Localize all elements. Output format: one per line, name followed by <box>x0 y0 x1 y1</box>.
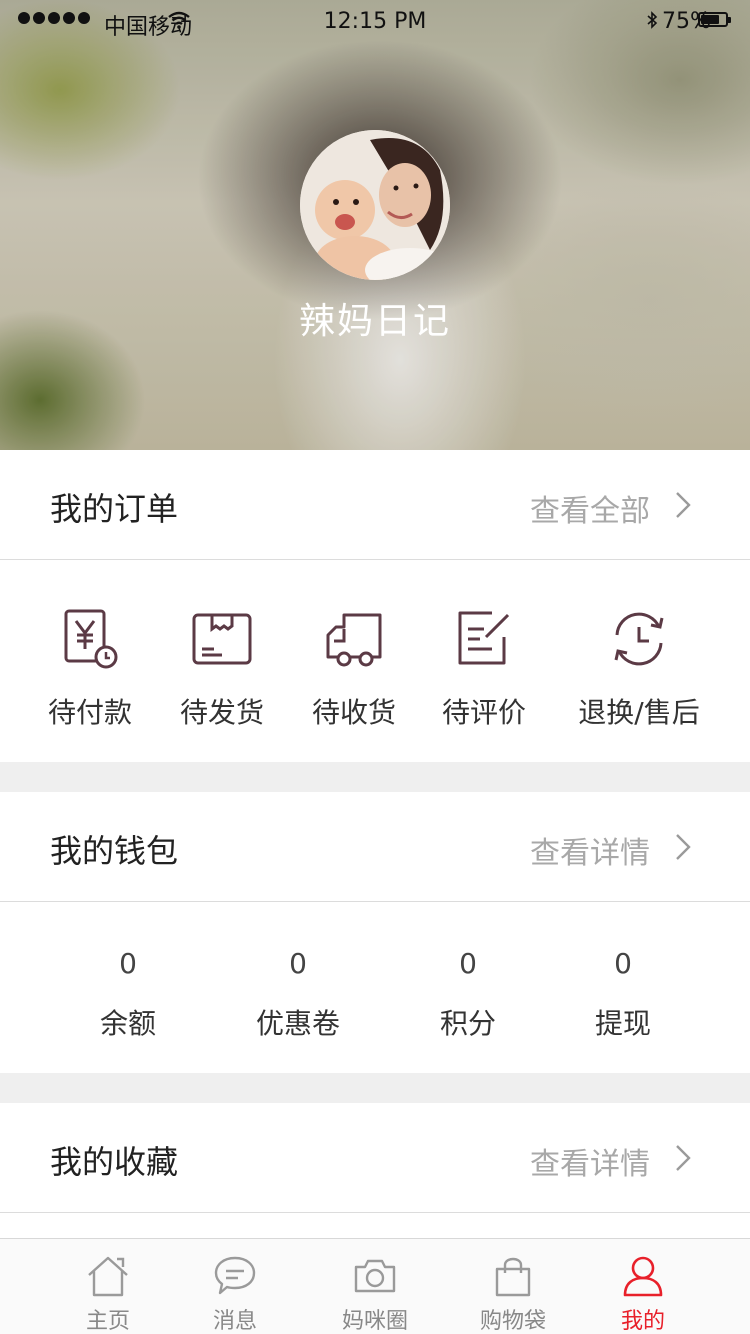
orders-header[interactable]: 我的订单 查看全部 <box>0 450 750 560</box>
username: 辣妈日记 <box>298 301 451 342</box>
wallet-points[interactable]: 0 积分 <box>388 947 548 1042</box>
bottom-tab-bar: 主页 消息 妈咪圈 购物袋 我的 <box>0 1238 750 1334</box>
order-pending-review[interactable]: 待评价 <box>409 607 559 731</box>
refund-icon <box>614 612 664 666</box>
tab-shopping-bag-label: 购物袋 <box>479 1309 546 1334</box>
avatar-photo <box>300 130 450 280</box>
tab-home[interactable]: 主页 <box>48 1253 168 1334</box>
tab-me[interactable]: 我的 <box>583 1253 703 1334</box>
home-icon <box>88 1256 128 1297</box>
view-all-orders-link[interactable]: 查看全部 <box>530 486 650 530</box>
order-pending-payment-label: 待付款 <box>47 696 132 729</box>
order-status-grid: 待付款 待发货 待收货 待评价 退换/售后 <box>0 562 750 762</box>
order-refund-aftersale-label: 退换/售后 <box>578 696 700 729</box>
order-pending-receipt[interactable]: 待收货 <box>279 607 429 731</box>
favorites-title: 我的收藏 <box>50 1143 179 1181</box>
order-refund-aftersale[interactable]: 退换/售后 <box>564 607 714 731</box>
camera-icon <box>354 1259 396 1293</box>
view-wallet-details-link[interactable]: 查看详情 <box>530 828 650 872</box>
wallet-balance-label: 余额 <box>99 1007 156 1040</box>
order-pending-shipment-label: 待发货 <box>179 696 264 729</box>
wallet-header[interactable]: 我的钱包 查看详情 <box>0 792 750 902</box>
tab-shopping-bag[interactable]: 购物袋 <box>453 1253 573 1334</box>
wallet-withdraw[interactable]: 0 提现 <box>543 947 703 1042</box>
status-time: 12:15 PM <box>323 9 427 34</box>
payment-pending-icon <box>64 609 118 669</box>
status-bar: 中国移动 12:15 PM 75% <box>0 0 750 40</box>
chevron-right-icon[interactable] <box>674 832 692 862</box>
wallet-balance-value: 0 <box>119 947 137 980</box>
tab-mom-circle-label: 妈咪圈 <box>341 1309 408 1334</box>
wallet-coupons-value: 0 <box>289 947 307 980</box>
view-favorites-link[interactable]: 查看详情 <box>530 1139 650 1183</box>
truck-icon <box>326 613 382 667</box>
review-icon <box>458 611 510 665</box>
section-divider <box>0 1073 750 1103</box>
order-pending-payment[interactable]: 待付款 <box>15 607 165 731</box>
wallet-coupons[interactable]: 0 优惠卷 <box>218 947 378 1042</box>
message-icon <box>214 1256 256 1295</box>
box-icon <box>192 613 252 665</box>
chevron-right-icon[interactable] <box>674 1143 692 1173</box>
chevron-right-icon[interactable] <box>674 490 692 520</box>
order-pending-receipt-label: 待收货 <box>311 696 396 729</box>
user-icon <box>623 1256 663 1297</box>
wallet-withdraw-label: 提现 <box>594 1007 651 1040</box>
tab-messages-label: 消息 <box>212 1309 257 1334</box>
bluetooth-icon <box>647 11 658 29</box>
wallet-withdraw-value: 0 <box>614 947 632 980</box>
battery-icon <box>698 12 731 27</box>
bag-icon <box>495 1257 531 1297</box>
tab-home-label: 主页 <box>85 1309 130 1334</box>
order-pending-review-label: 待评价 <box>441 696 526 729</box>
avatar[interactable] <box>300 130 450 280</box>
favorites-header[interactable]: 我的收藏 查看详情 <box>0 1103 750 1213</box>
wallet-points-value: 0 <box>459 947 477 980</box>
order-pending-shipment[interactable]: 待发货 <box>147 607 297 731</box>
section-divider <box>0 762 750 792</box>
tab-messages[interactable]: 消息 <box>175 1253 295 1334</box>
wallet-title: 我的钱包 <box>50 832 179 870</box>
orders-title: 我的订单 <box>50 490 179 528</box>
tab-me-label: 我的 <box>620 1309 665 1334</box>
wallet-points-label: 积分 <box>439 1007 496 1040</box>
wallet-grid: 0 余额 0 优惠卷 0 积分 0 提现 <box>0 903 750 1073</box>
wallet-balance[interactable]: 0 余额 <box>48 947 208 1042</box>
wallet-coupons-label: 优惠卷 <box>255 1007 340 1040</box>
tab-mom-circle[interactable]: 妈咪圈 <box>315 1253 435 1334</box>
